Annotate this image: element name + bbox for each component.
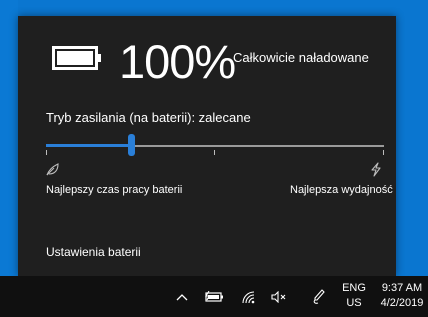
taskbar: ENG US 9:37 AM 4/2/2019 xyxy=(0,276,428,317)
lightning-icon xyxy=(371,162,381,177)
language-region: US xyxy=(346,297,362,309)
leaf-icon xyxy=(46,163,59,176)
power-mode-label: Tryb zasilania (na baterii): zalecane xyxy=(46,110,251,125)
volume-tray-button[interactable] xyxy=(268,276,290,317)
network-tray-button[interactable] xyxy=(238,276,260,317)
power-mode-slider[interactable] xyxy=(46,132,384,158)
battery-tray-button[interactable] xyxy=(203,276,225,317)
battery-charging-icon xyxy=(205,290,223,302)
battery-full-icon xyxy=(52,46,101,70)
show-hidden-icons-button[interactable] xyxy=(171,276,193,317)
clock-date: 4/2/2019 xyxy=(380,297,424,309)
pen-icon xyxy=(313,288,325,304)
battery-flyout: 100% Całkowicie naładowane Tryb zasilani… xyxy=(18,16,396,276)
language-code: ENG xyxy=(342,282,366,294)
pen-workspace-button[interactable] xyxy=(308,276,330,317)
volume-muted-icon xyxy=(271,290,286,303)
clock-button[interactable]: 9:37 AM 4/2/2019 xyxy=(376,281,428,311)
slider-tick xyxy=(46,150,47,155)
desktop-background xyxy=(0,0,18,276)
battery-status: Całkowicie naładowane xyxy=(233,50,369,65)
slider-thumb[interactable] xyxy=(128,134,135,156)
wifi-icon xyxy=(242,290,255,303)
slider-fill xyxy=(46,144,131,147)
chevron-up-icon xyxy=(176,293,188,300)
best-performance-label: Najlepsza wydajność xyxy=(290,184,393,196)
input-language-button[interactable]: ENG US xyxy=(336,281,372,311)
slider-tick xyxy=(214,150,215,155)
battery-settings-link[interactable]: Ustawienia baterii xyxy=(46,245,141,260)
clock-time: 9:37 AM xyxy=(381,282,423,294)
best-battery-life-label: Najlepszy czas pracy baterii xyxy=(46,184,183,196)
slider-tick xyxy=(383,150,384,155)
battery-percentage: 100% xyxy=(119,35,236,88)
